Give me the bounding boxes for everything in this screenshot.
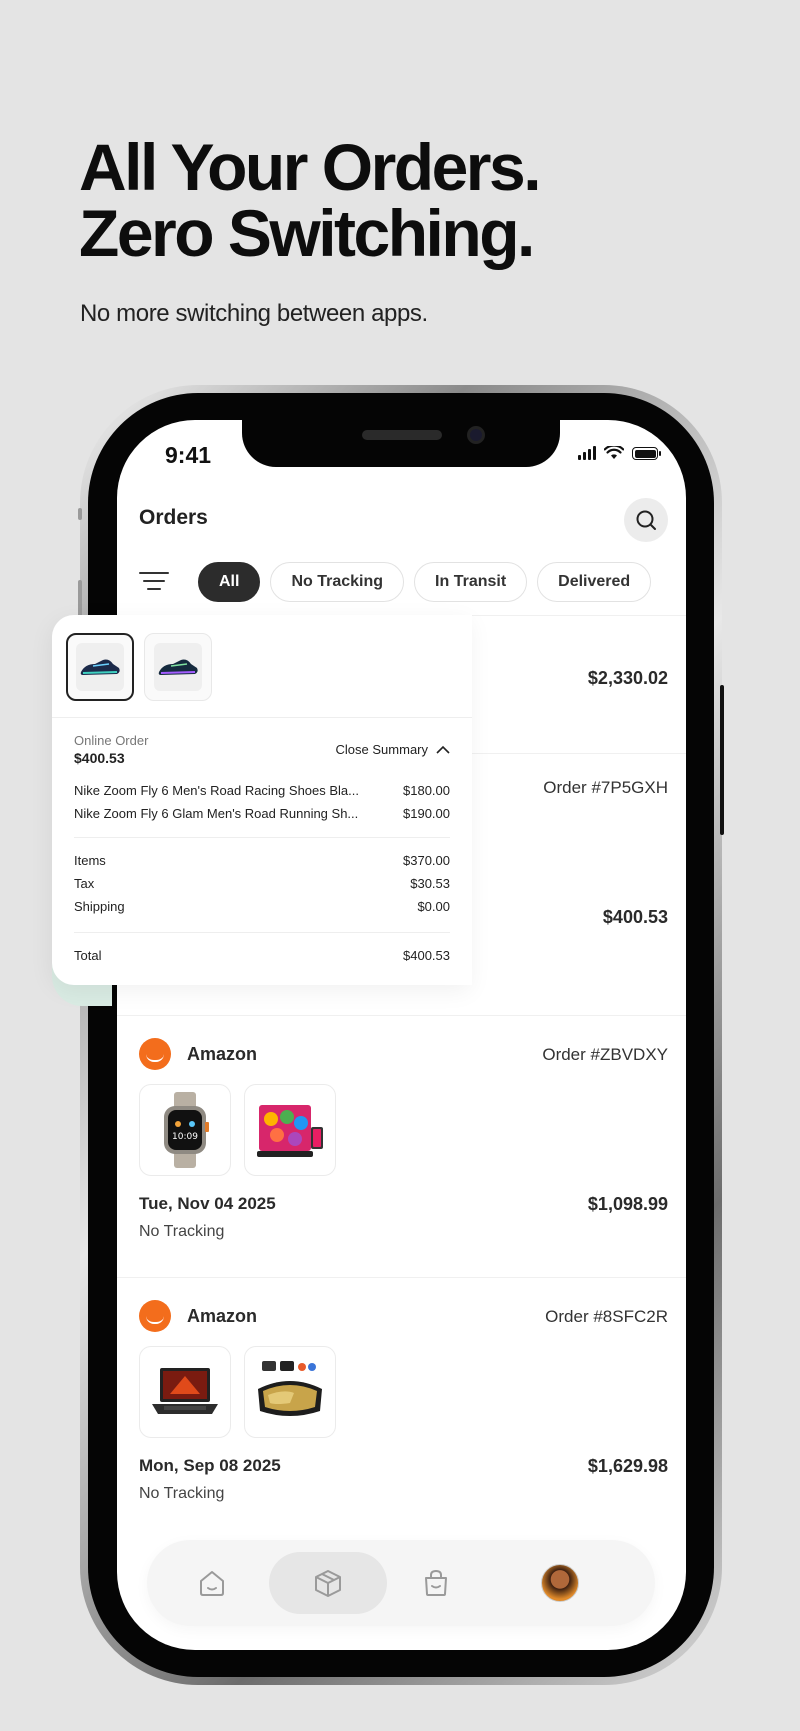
breakdown-value: $0.00 [417, 899, 450, 914]
package-icon [315, 1570, 341, 1597]
breakdown-value: $30.53 [410, 876, 450, 891]
order-number: Order #ZBVDXY [542, 1045, 668, 1064]
order-number: Order #7P5GXH [543, 778, 668, 797]
total-label: Total [74, 948, 102, 963]
subheadline: No more switching between apps. [80, 300, 428, 327]
order-summary-card: Online Order $400.53 Close Summary Nike … [52, 615, 472, 985]
chevron-up-icon [436, 745, 450, 754]
close-summary-label: Close Summary [335, 742, 428, 757]
tracking-status: No Tracking [139, 1485, 225, 1502]
home-icon [200, 1571, 224, 1596]
store-name: Amazon [187, 1044, 258, 1064]
order-card[interactable]: Amazon Order #8SFC2R Mon, Sep 08 2025 $1… [117, 1277, 686, 1539]
line-item-name: Nike Zoom Fly 6 Glam Men's Road Running … [74, 806, 359, 821]
shoe-icon [158, 659, 198, 675]
avatar [541, 1564, 579, 1602]
smartwatch-icon: 10:09 [164, 1092, 209, 1168]
breakdown-label: Shipping [74, 899, 125, 914]
divider [74, 932, 450, 933]
summary-thumbnail-shoe-2[interactable] [144, 633, 212, 701]
breakdown-value: $370.00 [403, 853, 450, 868]
summary-thumbnail-shoe-1[interactable] [66, 633, 134, 701]
order-type: Online Order [74, 733, 149, 748]
chip-no-tracking[interactable]: No Tracking [270, 562, 405, 602]
line-item-name: Nike Zoom Fly 6 Men's Road Racing Shoes … [74, 783, 359, 798]
filter-chips: All No Tracking In Transit Delivered [198, 562, 652, 602]
breakdown-label: Items [74, 853, 106, 868]
front-camera [467, 426, 485, 444]
headline-line-2: Zero Switching. [79, 196, 535, 270]
search-icon [636, 510, 656, 530]
chip-all[interactable]: All [198, 562, 261, 602]
bag-icon [425, 1569, 447, 1596]
search-button[interactable] [624, 498, 668, 542]
order-total: $1,629.98 [587, 1456, 668, 1476]
wifi-icon [604, 446, 624, 459]
shoe-icon [80, 659, 120, 675]
phone-power-button [720, 685, 724, 835]
store-name: Amazon [187, 1306, 258, 1326]
amazon-logo-icon [139, 1038, 171, 1070]
item-thumbnail-smartwatch[interactable]: 10:09 [139, 1084, 231, 1176]
nav-shop[interactable] [405, 1552, 467, 1614]
chip-delivered[interactable]: Delivered [537, 562, 652, 602]
total-value: $400.53 [403, 948, 450, 963]
nav-profile[interactable] [529, 1552, 591, 1614]
signal-icon [578, 446, 596, 460]
amazon-logo-icon [139, 1300, 171, 1332]
battery-icon [632, 447, 661, 460]
phone-screen: 9:41 Orders All No Tracking In Transit D… [117, 420, 686, 1650]
line-item-price: $190.00 [403, 806, 450, 821]
order-total: $2,330.02 [587, 668, 668, 688]
svg-text:10:09: 10:09 [172, 1132, 198, 1142]
close-summary-button[interactable]: Close Summary [336, 742, 450, 757]
divider [74, 837, 450, 838]
order-total: $1,098.99 [587, 1194, 668, 1214]
filter-icon[interactable] [139, 572, 169, 592]
status-time: 9:41 [165, 442, 212, 468]
item-thumbnail-tablet-case[interactable] [244, 1084, 336, 1176]
order-card[interactable]: Amazon Order #ZBVDXY 10:09 Tue, Nov 04 2… [117, 1015, 686, 1277]
breakdown-label: Tax [74, 876, 95, 891]
order-date: Mon, Sep 08 2025 [139, 1456, 281, 1475]
nav-home[interactable] [181, 1552, 243, 1614]
nav-orders[interactable] [269, 1552, 387, 1614]
order-date: Tue, Nov 04 2025 [139, 1194, 276, 1213]
line-item-price: $180.00 [403, 783, 450, 798]
order-total: $400.53 [74, 750, 125, 766]
page-title: Orders [139, 506, 208, 529]
notch [242, 420, 560, 467]
tablet-case-icon [257, 1105, 323, 1157]
chip-in-transit[interactable]: In Transit [414, 562, 528, 602]
goggles-icon [258, 1361, 322, 1416]
order-total: $400.53 [602, 907, 668, 927]
headline-line-1: All Your Orders. [79, 130, 542, 204]
divider [52, 717, 472, 718]
item-thumbnail-laptop[interactable] [139, 1346, 231, 1438]
item-thumbnail-goggles[interactable] [244, 1346, 336, 1438]
tracking-status: No Tracking [139, 1223, 225, 1240]
order-number: Order #8SFC2R [545, 1307, 668, 1326]
speaker [362, 430, 442, 440]
phone-side-button [78, 508, 82, 520]
status-icons [578, 446, 661, 460]
bottom-nav [147, 1540, 655, 1626]
laptop-icon [152, 1368, 218, 1414]
headline: All Your Orders. Zero Switching. [79, 130, 542, 270]
